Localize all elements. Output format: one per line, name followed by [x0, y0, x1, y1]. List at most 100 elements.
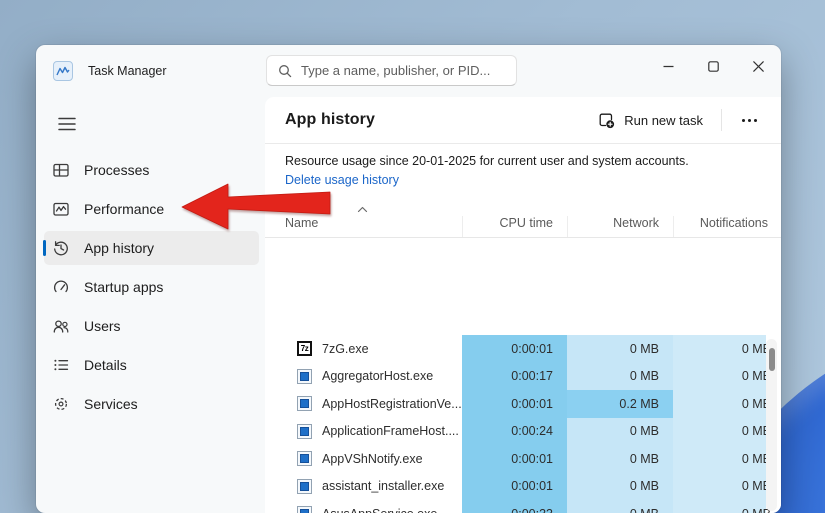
column-header-network[interactable]: Network: [567, 216, 673, 237]
table-row[interactable]: AppHostRegistrationVe... 0:00:01 0.2 MB …: [265, 390, 771, 418]
process-table: 7z 7zG.exe 0:00:01 0 MB 0 MB AggregatorHo…: [265, 335, 771, 513]
ellipsis-icon: [742, 118, 745, 122]
sidebar-item-processes[interactable]: Processes: [44, 153, 259, 187]
table-row[interactable]: AsusAppService.exe 0:00:33 0 MB 0 MB: [265, 500, 771, 513]
delete-usage-history-link[interactable]: Delete usage history: [285, 173, 399, 187]
scrollbar-thumb[interactable]: [768, 348, 775, 371]
sidebar-item-startup-apps[interactable]: Startup apps: [44, 270, 259, 304]
process-name: AppHostRegistrationVe...: [322, 396, 462, 411]
search-icon: [279, 64, 292, 77]
process-name: ApplicationFrameHost....: [322, 424, 459, 439]
process-name: AggregatorHost.exe: [322, 369, 434, 384]
sidebar-item-performance[interactable]: Performance: [44, 192, 259, 226]
app-history-panel: App history Run new task Resource usage …: [265, 97, 781, 513]
desktop-wallpaper: Task Manager Type a name, publisher, or …: [0, 0, 825, 513]
exe-app-icon: [297, 506, 312, 513]
network-cell: 0 MB: [567, 445, 673, 473]
column-header-cpu-time[interactable]: CPU time: [462, 216, 567, 237]
cpu-time-cell: 0:00:24: [462, 417, 567, 445]
maximize-button[interactable]: [691, 47, 736, 85]
header-divider: [721, 109, 722, 131]
task-manager-logo-icon: [53, 61, 73, 81]
column-header-name[interactable]: Name: [265, 206, 462, 237]
table-row[interactable]: ApplicationFrameHost.... 0:00:24 0 MB 0 …: [265, 417, 771, 445]
sidebar-item-app-history[interactable]: App history: [43, 231, 259, 265]
startup-apps-icon: [52, 278, 70, 296]
sidebar-item-users[interactable]: Users: [44, 309, 259, 343]
sidebar-item-services[interactable]: Services: [44, 387, 259, 421]
panel-header: App history Run new task: [265, 97, 781, 143]
sidebar-item-details[interactable]: Details: [44, 348, 259, 382]
maximize-icon: [708, 60, 719, 72]
sidebar-item-label: Services: [84, 396, 138, 412]
exe-app-icon: [297, 396, 312, 412]
exe-app-icon: [297, 451, 312, 467]
cpu-time-cell: 0:00:17: [462, 362, 567, 390]
process-name: assistant_installer.exe: [322, 479, 445, 494]
sidebar-item-label: Startup apps: [84, 279, 164, 295]
users-icon: [52, 317, 70, 335]
notifications-cell: 0 MB: [673, 500, 771, 513]
notifications-cell: 0 MB: [673, 362, 771, 390]
cpu-time-cell: 0:00:01: [462, 335, 567, 363]
header-actions: Run new task: [588, 105, 769, 136]
cpu-time-cell: 0:00:01: [462, 445, 567, 473]
app-history-icon: [52, 239, 70, 257]
table-header-row: Name CPU time Network Notifications: [265, 206, 781, 238]
minimize-button[interactable]: [646, 47, 691, 85]
minimize-icon: [663, 65, 674, 67]
notifications-cell: 0 MB: [673, 472, 771, 500]
run-new-task-icon: [599, 113, 615, 128]
exe-app-icon: [297, 368, 312, 384]
usage-summary: Resource usage since 20-01-2025 for curr…: [265, 144, 781, 193]
services-icon: [52, 395, 70, 413]
column-header-notifications[interactable]: Notifications: [673, 216, 781, 237]
close-icon: [753, 60, 764, 72]
vertical-scrollbar[interactable]: [766, 339, 777, 511]
sort-ascending-icon: [357, 206, 368, 213]
network-cell: 0 MB: [567, 500, 673, 513]
run-new-task-button[interactable]: Run new task: [588, 105, 713, 136]
processes-icon: [52, 161, 70, 179]
process-name: 7zG.exe: [322, 341, 369, 356]
sidebar-item-label: Processes: [84, 162, 150, 178]
network-cell: 0 MB: [567, 472, 673, 500]
exe-app-icon: [297, 423, 312, 439]
sidebar-item-label: Details: [84, 357, 127, 373]
table-row[interactable]: assistant_installer.exe 0:00:01 0 MB 0 M…: [265, 472, 771, 500]
notifications-cell: 0 MB: [673, 445, 771, 473]
run-new-task-label: Run new task: [624, 112, 703, 128]
window-title: Task Manager: [88, 64, 167, 78]
performance-icon: [52, 200, 70, 218]
network-cell: 0.2 MB: [567, 390, 673, 418]
notifications-cell: 0 MB: [673, 417, 771, 445]
navigation-menu-button[interactable]: [50, 109, 84, 139]
table-row[interactable]: AppVShNotify.exe 0:00:01 0 MB 0 MB: [265, 445, 771, 473]
network-cell: 0 MB: [567, 335, 673, 363]
network-cell: 0 MB: [567, 362, 673, 390]
process-name: AsusAppService.exe: [322, 507, 437, 513]
sidebar-item-label: App history: [84, 240, 155, 256]
sidebar-item-label: Users: [84, 318, 121, 334]
task-manager-window: Task Manager Type a name, publisher, or …: [36, 45, 781, 513]
table-row[interactable]: AggregatorHost.exe 0:00:17 0 MB 0 MB: [265, 362, 771, 390]
7zip-app-icon: 7z: [297, 341, 312, 357]
exe-app-icon: [297, 478, 312, 494]
search-input[interactable]: Type a name, publisher, or PID...: [266, 55, 517, 86]
window-controls: [646, 47, 781, 85]
process-name: AppVShNotify.exe: [322, 451, 423, 466]
notifications-cell: 0 MB: [673, 390, 771, 418]
details-icon: [52, 356, 70, 374]
search-placeholder: Type a name, publisher, or PID...: [301, 63, 491, 78]
cpu-time-cell: 0:00:01: [462, 472, 567, 500]
cpu-time-cell: 0:00:01: [462, 390, 567, 418]
close-button[interactable]: [736, 47, 781, 85]
sidebar-item-label: Performance: [84, 201, 165, 217]
more-options-button[interactable]: [730, 109, 769, 132]
page-title: App history: [285, 111, 375, 128]
network-cell: 0 MB: [567, 417, 673, 445]
table-row[interactable]: 7z 7zG.exe 0:00:01 0 MB 0 MB: [265, 335, 771, 363]
hamburger-icon: [58, 117, 76, 131]
notifications-cell: 0 MB: [673, 335, 771, 363]
titlebar: Task Manager Type a name, publisher, or …: [36, 45, 781, 97]
